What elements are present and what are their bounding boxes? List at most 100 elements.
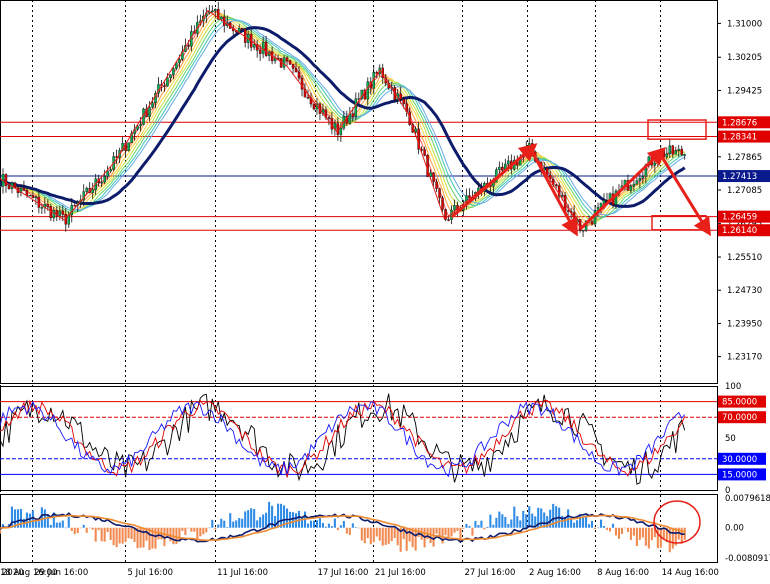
price-tick-label: 1.31000 [727, 19, 762, 29]
macd-histogram-bar [115, 527, 118, 548]
macd-histogram-bar [573, 522, 576, 528]
trend-arrow[interactable] [658, 152, 711, 237]
time-axis-label: 18 Aug 16:00 [0, 568, 57, 578]
macd-histogram-bar [214, 527, 217, 530]
macd-histogram-bar [480, 520, 483, 528]
macd-histogram-bar [327, 523, 330, 528]
macd-histogram-bar [381, 527, 384, 546]
candle-body [581, 230, 585, 232]
candle-body [566, 210, 570, 212]
price-tick-label: 1.23170 [727, 353, 762, 363]
macd-histogram-bar [184, 527, 187, 536]
macd-histogram-bar [106, 527, 109, 533]
macd-histogram-bar [324, 526, 327, 528]
candle-body [172, 68, 175, 75]
candle-body [312, 103, 316, 110]
price-level-label: 1.26459 [722, 213, 757, 223]
candle-body [498, 166, 501, 170]
candle-body [423, 149, 426, 156]
candle-body [4, 174, 8, 186]
macd-histogram-bar [617, 527, 620, 539]
macd-histogram-bar [112, 527, 115, 546]
macd-histogram-bar [489, 514, 492, 528]
candle-body [100, 181, 103, 184]
ma-slow-line [0, 26, 686, 208]
macd-histogram-bar [58, 522, 61, 528]
price-tick-label: 1.23950 [727, 319, 762, 329]
candle-body [22, 188, 26, 191]
ma-ribbon-line [0, 13, 685, 225]
macd-histogram-bar [34, 520, 37, 528]
price-tick-label: 1.27865 [727, 153, 762, 163]
macd-histogram-bar [309, 520, 313, 528]
macd-histogram-bar [510, 519, 513, 528]
macd-histogram-bar [109, 527, 112, 541]
trend-arrow[interactable] [450, 143, 538, 219]
macd-histogram-bar [220, 518, 223, 528]
time-axis: 2020 29 Jun 16:00 5 Jul 16:00 11 Jul 16:00 1… [0, 568, 719, 578]
macd-histogram-bar [85, 527, 88, 533]
macd-histogram-bar [474, 520, 477, 528]
macd-histogram-bar [19, 508, 22, 528]
candle-body [106, 170, 109, 177]
macd-histogram-bar [67, 516, 70, 528]
macd-histogram-bar [641, 527, 644, 538]
candle-body [187, 45, 190, 47]
macd-histogram-bar [623, 527, 626, 529]
macd-histogram-bar [208, 527, 211, 529]
macd-histogram-bar [124, 527, 127, 542]
candle-body [73, 205, 76, 207]
macd-histogram-bar [644, 527, 647, 546]
candle-body [638, 178, 642, 181]
macd-histogram-bar [635, 527, 638, 546]
price-level-label: 1.27413 [722, 172, 757, 182]
candle-body [674, 150, 678, 155]
grid-lines [0, 0, 718, 563]
macd-histogram-bar [387, 527, 390, 544]
macd-histogram-bar [507, 523, 510, 528]
trading-chart[interactable]: 85.0000 70.0000 30.0000 15.0000 100 50 0 0.007… [0, 0, 770, 580]
macd-histogram-bar [519, 520, 522, 528]
macd-histogram-bar [265, 512, 268, 528]
macd-histogram-bar [393, 527, 396, 539]
macd-histogram-bar [438, 527, 441, 536]
candle-body [109, 169, 112, 172]
candle-body [261, 41, 265, 54]
candle-body [339, 128, 343, 135]
macd-tick-label: 0.0079618 [725, 494, 770, 504]
macd-histogram-bar [238, 518, 241, 528]
macd-histogram-bar [244, 511, 247, 528]
macd-histogram-bar [190, 527, 193, 532]
candle-body [354, 98, 358, 117]
time-axis-label: 5 Jul 16:00 [127, 568, 173, 578]
candle-body [441, 197, 444, 210]
candle-body [214, 9, 217, 12]
candle-body [166, 77, 169, 87]
macd-histogram-bar [253, 509, 256, 528]
price-tick-label: 1.30205 [727, 53, 762, 63]
macd-histogram-bar [232, 521, 235, 528]
candle-body [602, 200, 606, 204]
candle-body [438, 188, 441, 199]
macd-histogram-bar [88, 527, 91, 529]
macd-histogram-bar [632, 527, 635, 536]
candle-body [366, 81, 370, 100]
price-tick-label: 1.27085 [727, 186, 762, 196]
candle-body [435, 181, 438, 189]
macd-histogram-bar [330, 526, 333, 528]
macd-histogram-bar [154, 527, 157, 549]
macd-histogram-bar [471, 527, 474, 536]
macd-histogram-bar [579, 514, 582, 528]
candle-body [629, 185, 633, 191]
macd-histogram-bar [37, 521, 40, 528]
macd-histogram-bar [444, 527, 447, 536]
chart-canvas[interactable]: 85.000070.000030.000015.0000100500 0.007… [0, 0, 770, 580]
macd-histogram-bar [498, 511, 501, 528]
macd-histogram-bar [217, 524, 220, 528]
macd-histogram-bar [250, 508, 253, 528]
macd-histogram-bar [378, 527, 381, 541]
candle-body [13, 182, 17, 189]
macd-histogram-bar [360, 527, 363, 541]
macd-histogram-bar [447, 527, 450, 539]
candle-body [240, 27, 244, 30]
